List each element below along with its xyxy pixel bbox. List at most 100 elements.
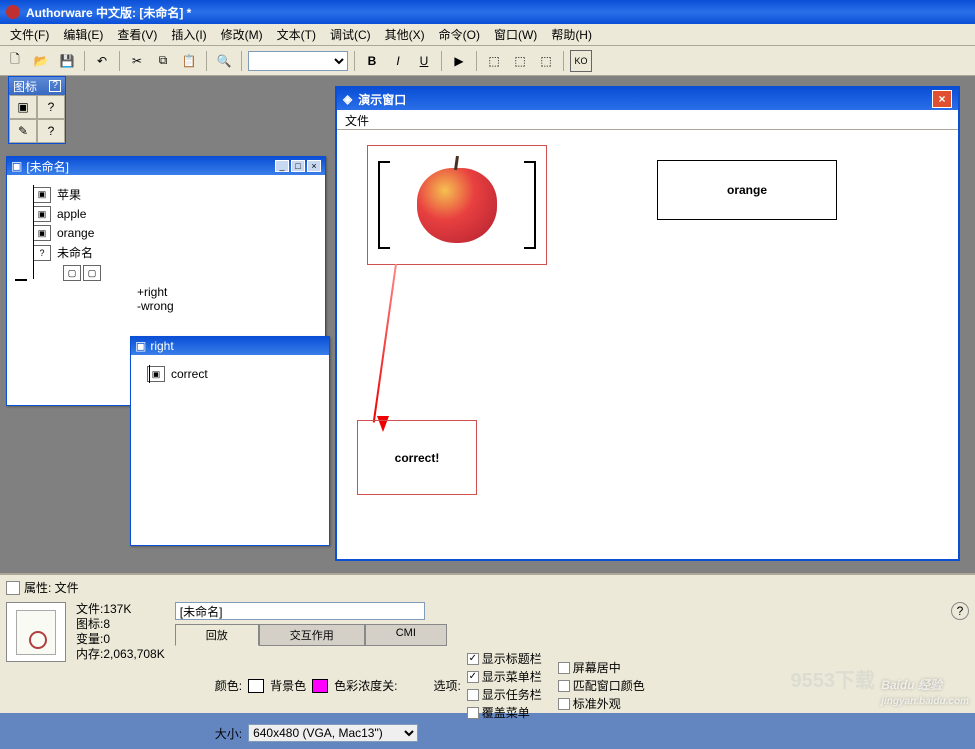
palette-help-icon[interactable]: ?: [49, 80, 61, 92]
bg-color-swatch[interactable]: [248, 679, 264, 693]
size-select[interactable]: 640x480 (VGA, Mac13"): [248, 724, 418, 742]
file-name-input[interactable]: [175, 602, 425, 620]
menubar: 文件(F) 编辑(E) 查看(V) 插入(I) 修改(M) 文本(T) 调试(C…: [0, 24, 975, 46]
branch-icon[interactable]: ▢: [63, 265, 81, 281]
options-label: 选项:: [433, 677, 460, 694]
props-title-text: 属性: 文件: [24, 579, 79, 596]
flowline-title: [未命名]: [26, 158, 69, 175]
apple-target[interactable]: [367, 145, 547, 265]
presentation-window: ◈ 演示窗口 × 文件 orange correct!: [335, 86, 960, 561]
motion-icon[interactable]: ?: [37, 95, 65, 119]
correct-feedback: correct!: [357, 420, 477, 495]
open-button[interactable]: 📂: [30, 50, 52, 72]
flow-end-icon: [15, 279, 27, 281]
bold-button[interactable]: B: [361, 50, 383, 72]
size-label: 大小:: [215, 725, 242, 742]
branch-wrong: -wrong: [137, 299, 174, 313]
tab-playback[interactable]: 回放: [175, 624, 259, 646]
menu-insert[interactable]: 插入(I): [165, 24, 212, 45]
italic-button[interactable]: I: [387, 50, 409, 72]
chk-titlebar[interactable]: ✓: [467, 653, 479, 665]
annotation-arrow: [373, 264, 397, 423]
watermark-9553: 9553下载: [791, 664, 876, 693]
display-node-icon[interactable]: ▣: [33, 187, 51, 203]
node-correct[interactable]: correct: [171, 367, 208, 381]
menu-help[interactable]: 帮助(H): [545, 24, 598, 45]
save-button[interactable]: 💾: [56, 50, 78, 72]
node-unnamed[interactable]: 未命名: [57, 244, 93, 261]
ctrl2-button[interactable]: ⬚: [509, 50, 531, 72]
stat-vars: 变量:0: [76, 632, 165, 647]
max-button[interactable]: □: [291, 160, 305, 172]
presentation-close-button[interactable]: ×: [932, 90, 952, 108]
orange-target[interactable]: orange: [657, 160, 837, 220]
color-label: 颜色:: [215, 677, 242, 694]
chk-center[interactable]: [558, 662, 570, 674]
erase-icon[interactable]: ✎: [9, 119, 37, 143]
menu-edit[interactable]: 编辑(E): [57, 24, 109, 45]
orange-label: orange: [727, 183, 767, 197]
node-orange[interactable]: orange: [57, 226, 94, 240]
tab-interaction[interactable]: 交互作用: [259, 624, 365, 646]
branch-icon[interactable]: ▢: [83, 265, 101, 281]
menu-text[interactable]: 文本(T): [271, 24, 322, 45]
tab-cmi[interactable]: CMI: [365, 624, 447, 646]
node-apple-cn[interactable]: 苹果: [57, 186, 81, 203]
help-button[interactable]: ?: [951, 602, 969, 620]
right-window: ▣ right ▣correct: [130, 336, 330, 546]
chk-stdlook[interactable]: [558, 698, 570, 710]
min-button[interactable]: _: [275, 160, 289, 172]
file-thumbnail: [6, 602, 66, 662]
apple-image[interactable]: [417, 168, 497, 243]
undo-button[interactable]: ↶: [91, 50, 113, 72]
node-apple[interactable]: apple: [57, 207, 86, 221]
chk-taskbar[interactable]: [467, 689, 479, 701]
wait-icon[interactable]: ?: [37, 119, 65, 143]
pres-icon: ◈: [343, 92, 352, 106]
menu-view[interactable]: 查看(V): [111, 24, 163, 45]
chk-matchcolor[interactable]: [558, 680, 570, 692]
app-titlebar: Authorware 中文版: [未命名] *: [0, 0, 975, 24]
flow-icon: ▣: [11, 159, 22, 173]
menu-command[interactable]: 命令(O): [433, 24, 486, 45]
display-icon[interactable]: ▣: [9, 95, 37, 119]
presentation-menu-file[interactable]: 文件: [345, 114, 369, 128]
interaction-node-icon[interactable]: ?: [33, 245, 51, 261]
ctrl1-button[interactable]: ⬚: [483, 50, 505, 72]
toolbar: 🗋 📂 💾 ↶ ✂ ⧉ 📋 🔍 B I U ▶ ⬚ ⬚ ⬚ KO: [0, 46, 975, 76]
chk-menubar[interactable]: ✓: [467, 671, 479, 683]
right-title: right: [150, 339, 173, 353]
stat-icons: 图标:8: [76, 617, 165, 632]
ko-button[interactable]: KO: [570, 50, 592, 72]
icon-palette: 图标? ▣ ? ✎ ?: [8, 76, 66, 144]
chroma-label: 色彩浓度关:: [334, 677, 397, 694]
menu-modify[interactable]: 修改(M): [215, 24, 269, 45]
menu-file[interactable]: 文件(F): [4, 24, 55, 45]
chroma-color-swatch[interactable]: [312, 679, 328, 693]
copy-button[interactable]: ⧉: [152, 50, 174, 72]
menu-window[interactable]: 窗口(W): [488, 24, 543, 45]
ctrl3-button[interactable]: ⬚: [535, 50, 557, 72]
paste-button[interactable]: 📋: [178, 50, 200, 72]
palette-title: 图标: [13, 78, 37, 95]
menu-debug[interactable]: 调试(C): [324, 24, 377, 45]
run-button[interactable]: ▶: [448, 50, 470, 72]
branch-right: +right: [137, 285, 174, 299]
new-button[interactable]: 🗋: [4, 50, 26, 72]
bg-label: 背景色: [270, 677, 306, 694]
menu-other[interactable]: 其他(X): [379, 24, 431, 45]
presentation-title: 演示窗口: [358, 91, 406, 108]
cut-button[interactable]: ✂: [126, 50, 148, 72]
app-icon: [6, 5, 20, 19]
underline-button[interactable]: U: [413, 50, 435, 72]
display-node-icon[interactable]: ▣: [33, 225, 51, 241]
font-select[interactable]: [248, 51, 348, 71]
workspace: 图标? ▣ ? ✎ ? ▣ [未命名] _□× ▣苹果 ▣apple ▣oran…: [0, 76, 975, 573]
stat-file: 文件:137K: [76, 602, 165, 617]
find-button[interactable]: 🔍: [213, 50, 235, 72]
close-button[interactable]: ×: [307, 160, 321, 172]
app-title: Authorware 中文版: [未命名] *: [26, 4, 191, 21]
correct-label: correct!: [395, 451, 440, 465]
display-node-icon[interactable]: ▣: [33, 206, 51, 222]
map-icon: ▣: [135, 339, 146, 353]
